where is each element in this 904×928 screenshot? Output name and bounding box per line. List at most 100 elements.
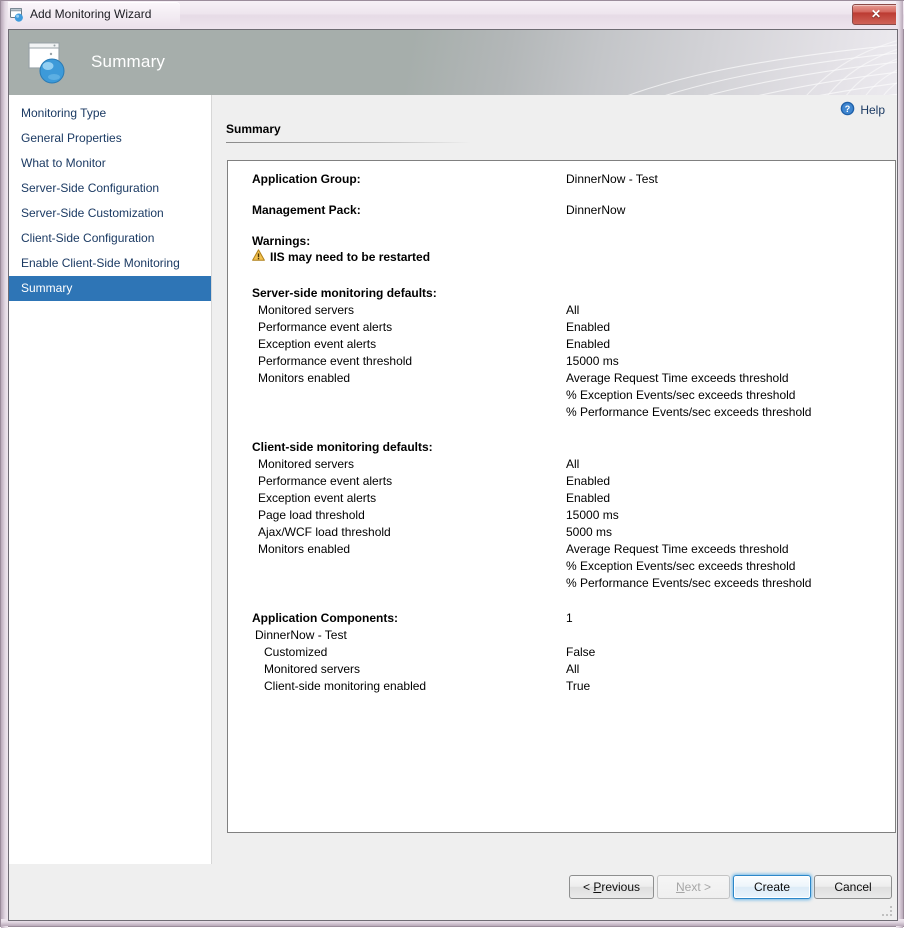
previous-prefix: < <box>583 880 593 894</box>
row-value: All <box>566 661 579 678</box>
client-side-defaults-heading: Client-side monitoring defaults: <box>228 439 895 456</box>
row-value: DinnerNow - Test <box>566 171 658 188</box>
sidebar-item-label: What to Monitor <box>21 156 106 170</box>
sidebar-item-label: General Properties <box>21 131 122 145</box>
client-side-row: Ajax/WCF load threshold 5000 ms <box>228 524 895 541</box>
cancel-button[interactable]: Cancel <box>814 875 892 899</box>
close-button[interactable]: ✕ <box>852 4 900 25</box>
row-value: Enabled <box>566 490 610 507</box>
summary-row-warnings-heading: Warnings: <box>228 233 895 250</box>
row-label: Page load threshold <box>258 507 365 524</box>
title-bar: Add Monitoring Wizard ✕ <box>1 1 904 29</box>
sidebar-item-summary[interactable]: Summary <box>9 276 211 301</box>
row-label: Client-side monitoring enabled <box>264 678 426 695</box>
row-label: Ajax/WCF load threshold <box>258 524 391 541</box>
row-label: Management Pack: <box>252 202 361 219</box>
client-side-row: % Exception Events/sec exceeds threshold <box>228 558 895 575</box>
summary-row-management-pack: Management Pack: DinnerNow <box>228 202 895 219</box>
server-side-row: Monitored servers All <box>228 302 895 319</box>
application-component-row: Client-side monitoring enabled True <box>228 678 895 695</box>
wizard-window: Add Monitoring Wizard ✕ <box>0 0 904 927</box>
server-side-row: % Performance Events/sec exceeds thresho… <box>228 404 895 421</box>
sidebar-item-label: Client-Side Configuration <box>21 231 154 245</box>
wizard-button-bar: < Previous Next > Create Cancel <box>9 864 897 920</box>
summary-row-warning-item: IIS may need to be restarted <box>252 249 430 266</box>
row-value: 1 <box>566 610 573 627</box>
row-label: Server-side monitoring defaults: <box>252 285 437 302</box>
window-title: Add Monitoring Wizard <box>30 7 151 21</box>
previous-button[interactable]: < Previous <box>569 875 654 899</box>
row-value: 15000 ms <box>566 353 619 370</box>
wizard-client-area: Summary Monitoring Type General Properti… <box>8 29 898 921</box>
row-label: Exception event alerts <box>258 490 376 507</box>
row-label: Monitors enabled <box>258 370 350 387</box>
next-button[interactable]: Next > <box>657 875 730 899</box>
row-value: 5000 ms <box>566 524 612 541</box>
application-component-row: Monitored servers All <box>228 661 895 678</box>
sidebar-item-enable-client-side-monitoring[interactable]: Enable Client-Side Monitoring <box>9 251 211 276</box>
row-value: % Performance Events/sec exceeds thresho… <box>566 575 811 592</box>
application-component-row: Customized False <box>228 644 895 661</box>
row-label: Monitored servers <box>258 302 354 319</box>
help-label: Help <box>860 103 885 117</box>
row-value: DinnerNow <box>566 202 625 219</box>
row-label: Warnings: <box>252 233 310 250</box>
row-label: DinnerNow - Test <box>255 627 347 644</box>
row-label: Monitored servers <box>264 661 360 678</box>
row-value: Average Request Time exceeds threshold <box>566 370 789 387</box>
row-value: All <box>566 302 579 319</box>
client-side-row: Exception event alerts Enabled <box>228 490 895 507</box>
server-side-row: Monitors enabled Average Request Time ex… <box>228 370 895 387</box>
client-side-row: Monitored servers All <box>228 456 895 473</box>
row-value: Enabled <box>566 473 610 490</box>
title-divider <box>226 142 471 143</box>
row-value: Average Request Time exceeds threshold <box>566 541 789 558</box>
row-value: % Exception Events/sec exceeds threshold <box>566 558 795 575</box>
wizard-banner: Summary <box>9 30 897 95</box>
row-value: Enabled <box>566 319 610 336</box>
sidebar-item-general-properties[interactable]: General Properties <box>9 126 211 151</box>
client-side-row: Monitors enabled Average Request Time ex… <box>228 541 895 558</box>
wizard-step-sidebar: Monitoring Type General Properties What … <box>9 95 212 864</box>
previous-rest: revious <box>601 880 640 894</box>
client-side-row: Page load threshold 15000 ms <box>228 507 895 524</box>
application-components-heading: Application Components: 1 <box>228 610 895 627</box>
sidebar-item-label: Summary <box>21 281 72 295</box>
help-circle-icon: ? <box>840 101 855 119</box>
row-label: Client-side monitoring defaults: <box>252 439 433 456</box>
sidebar-item-monitoring-type[interactable]: Monitoring Type <box>9 101 211 126</box>
help-link[interactable]: ? Help <box>840 101 885 119</box>
server-side-row: Performance event alerts Enabled <box>228 319 895 336</box>
row-label: Performance event alerts <box>258 473 392 490</box>
create-button[interactable]: Create <box>733 875 811 899</box>
banner-mesh-decoration <box>577 30 897 95</box>
row-label: Exception event alerts <box>258 336 376 353</box>
close-icon: ✕ <box>853 5 899 24</box>
wizard-window-icon <box>9 7 25 23</box>
sidebar-item-label: Enable Client-Side Monitoring <box>21 256 180 270</box>
sidebar-item-client-side-configuration[interactable]: Client-Side Configuration <box>9 226 211 251</box>
row-value: % Exception Events/sec exceeds threshold <box>566 387 795 404</box>
row-value: 15000 ms <box>566 507 619 524</box>
server-side-row: % Exception Events/sec exceeds threshold <box>228 387 895 404</box>
summary-row-application-group: Application Group: DinnerNow - Test <box>228 171 895 188</box>
window-border-left <box>1 1 8 928</box>
row-label: Performance event threshold <box>258 353 412 370</box>
sidebar-item-server-side-configuration[interactable]: Server-Side Configuration <box>9 176 211 201</box>
next-rest: ext > <box>685 880 711 894</box>
client-side-row: Performance event alerts Enabled <box>228 473 895 490</box>
row-label: Performance event alerts <box>258 319 392 336</box>
sidebar-item-label: Monitoring Type <box>21 106 106 120</box>
row-value: True <box>566 678 590 695</box>
resize-grip-icon[interactable] <box>882 906 894 918</box>
summary-content-panel: Application Group: DinnerNow - Test Mana… <box>227 160 896 833</box>
svg-text:?: ? <box>845 104 851 114</box>
row-label: Monitored servers <box>258 456 354 473</box>
sidebar-item-what-to-monitor[interactable]: What to Monitor <box>9 151 211 176</box>
sidebar-item-server-side-customization[interactable]: Server-Side Customization <box>9 201 211 226</box>
warning-text: IIS may need to be restarted <box>270 249 430 266</box>
row-label: Application Components: <box>252 610 398 627</box>
warning-triangle-icon <box>252 249 265 266</box>
application-component-name: DinnerNow - Test <box>228 627 895 644</box>
banner-title: Summary <box>91 52 165 72</box>
